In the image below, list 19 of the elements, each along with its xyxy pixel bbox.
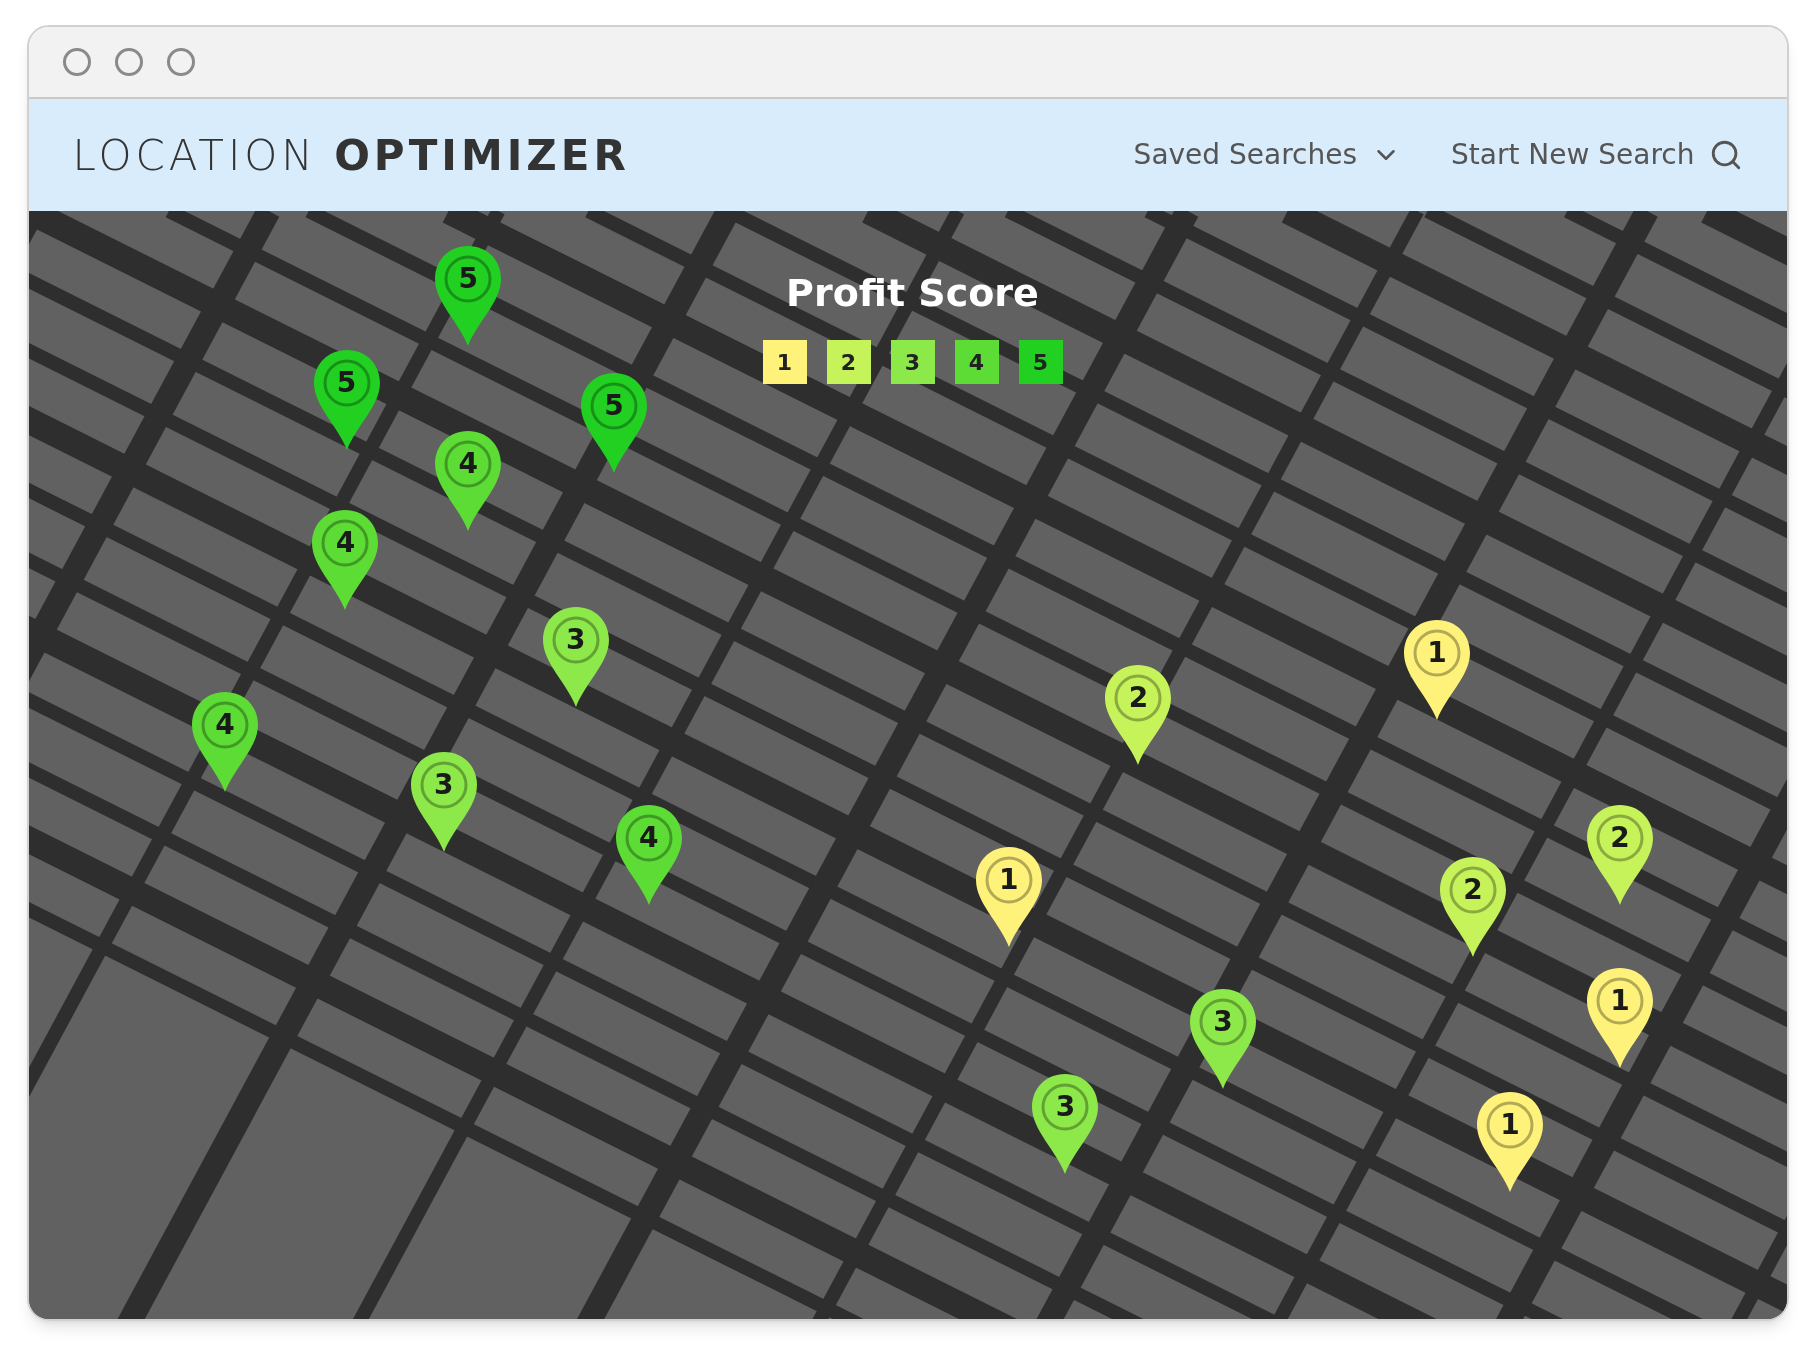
legend-item: 1 (762, 340, 807, 384)
new-search-button[interactable]: Start New Search (1451, 134, 1743, 176)
legend-item: 5 (1018, 340, 1063, 384)
app-title: LOCATION OPTIMIZER (72, 129, 630, 182)
window-control-icon[interactable] (114, 48, 143, 76)
legend-item: 2 (826, 340, 871, 384)
map-pin[interactable]: 1 (973, 844, 1044, 949)
legend-title: Profit Score (786, 270, 1039, 317)
legend-item: 4 (954, 340, 999, 384)
map-pin[interactable]: 3 (1030, 1071, 1101, 1176)
map-pin[interactable]: 3 (408, 749, 479, 854)
window-control-icon[interactable] (166, 48, 195, 76)
saved-searches-dropdown[interactable]: Saved Searches (1133, 134, 1402, 176)
map-pin[interactable]: 1 (1402, 617, 1473, 722)
map-pin[interactable]: 5 (433, 243, 504, 348)
map-pin[interactable]: 4 (190, 689, 261, 794)
legend-item: 3 (890, 340, 935, 384)
window-control-icon[interactable] (62, 48, 91, 76)
map-pin[interactable]: 4 (310, 507, 381, 612)
